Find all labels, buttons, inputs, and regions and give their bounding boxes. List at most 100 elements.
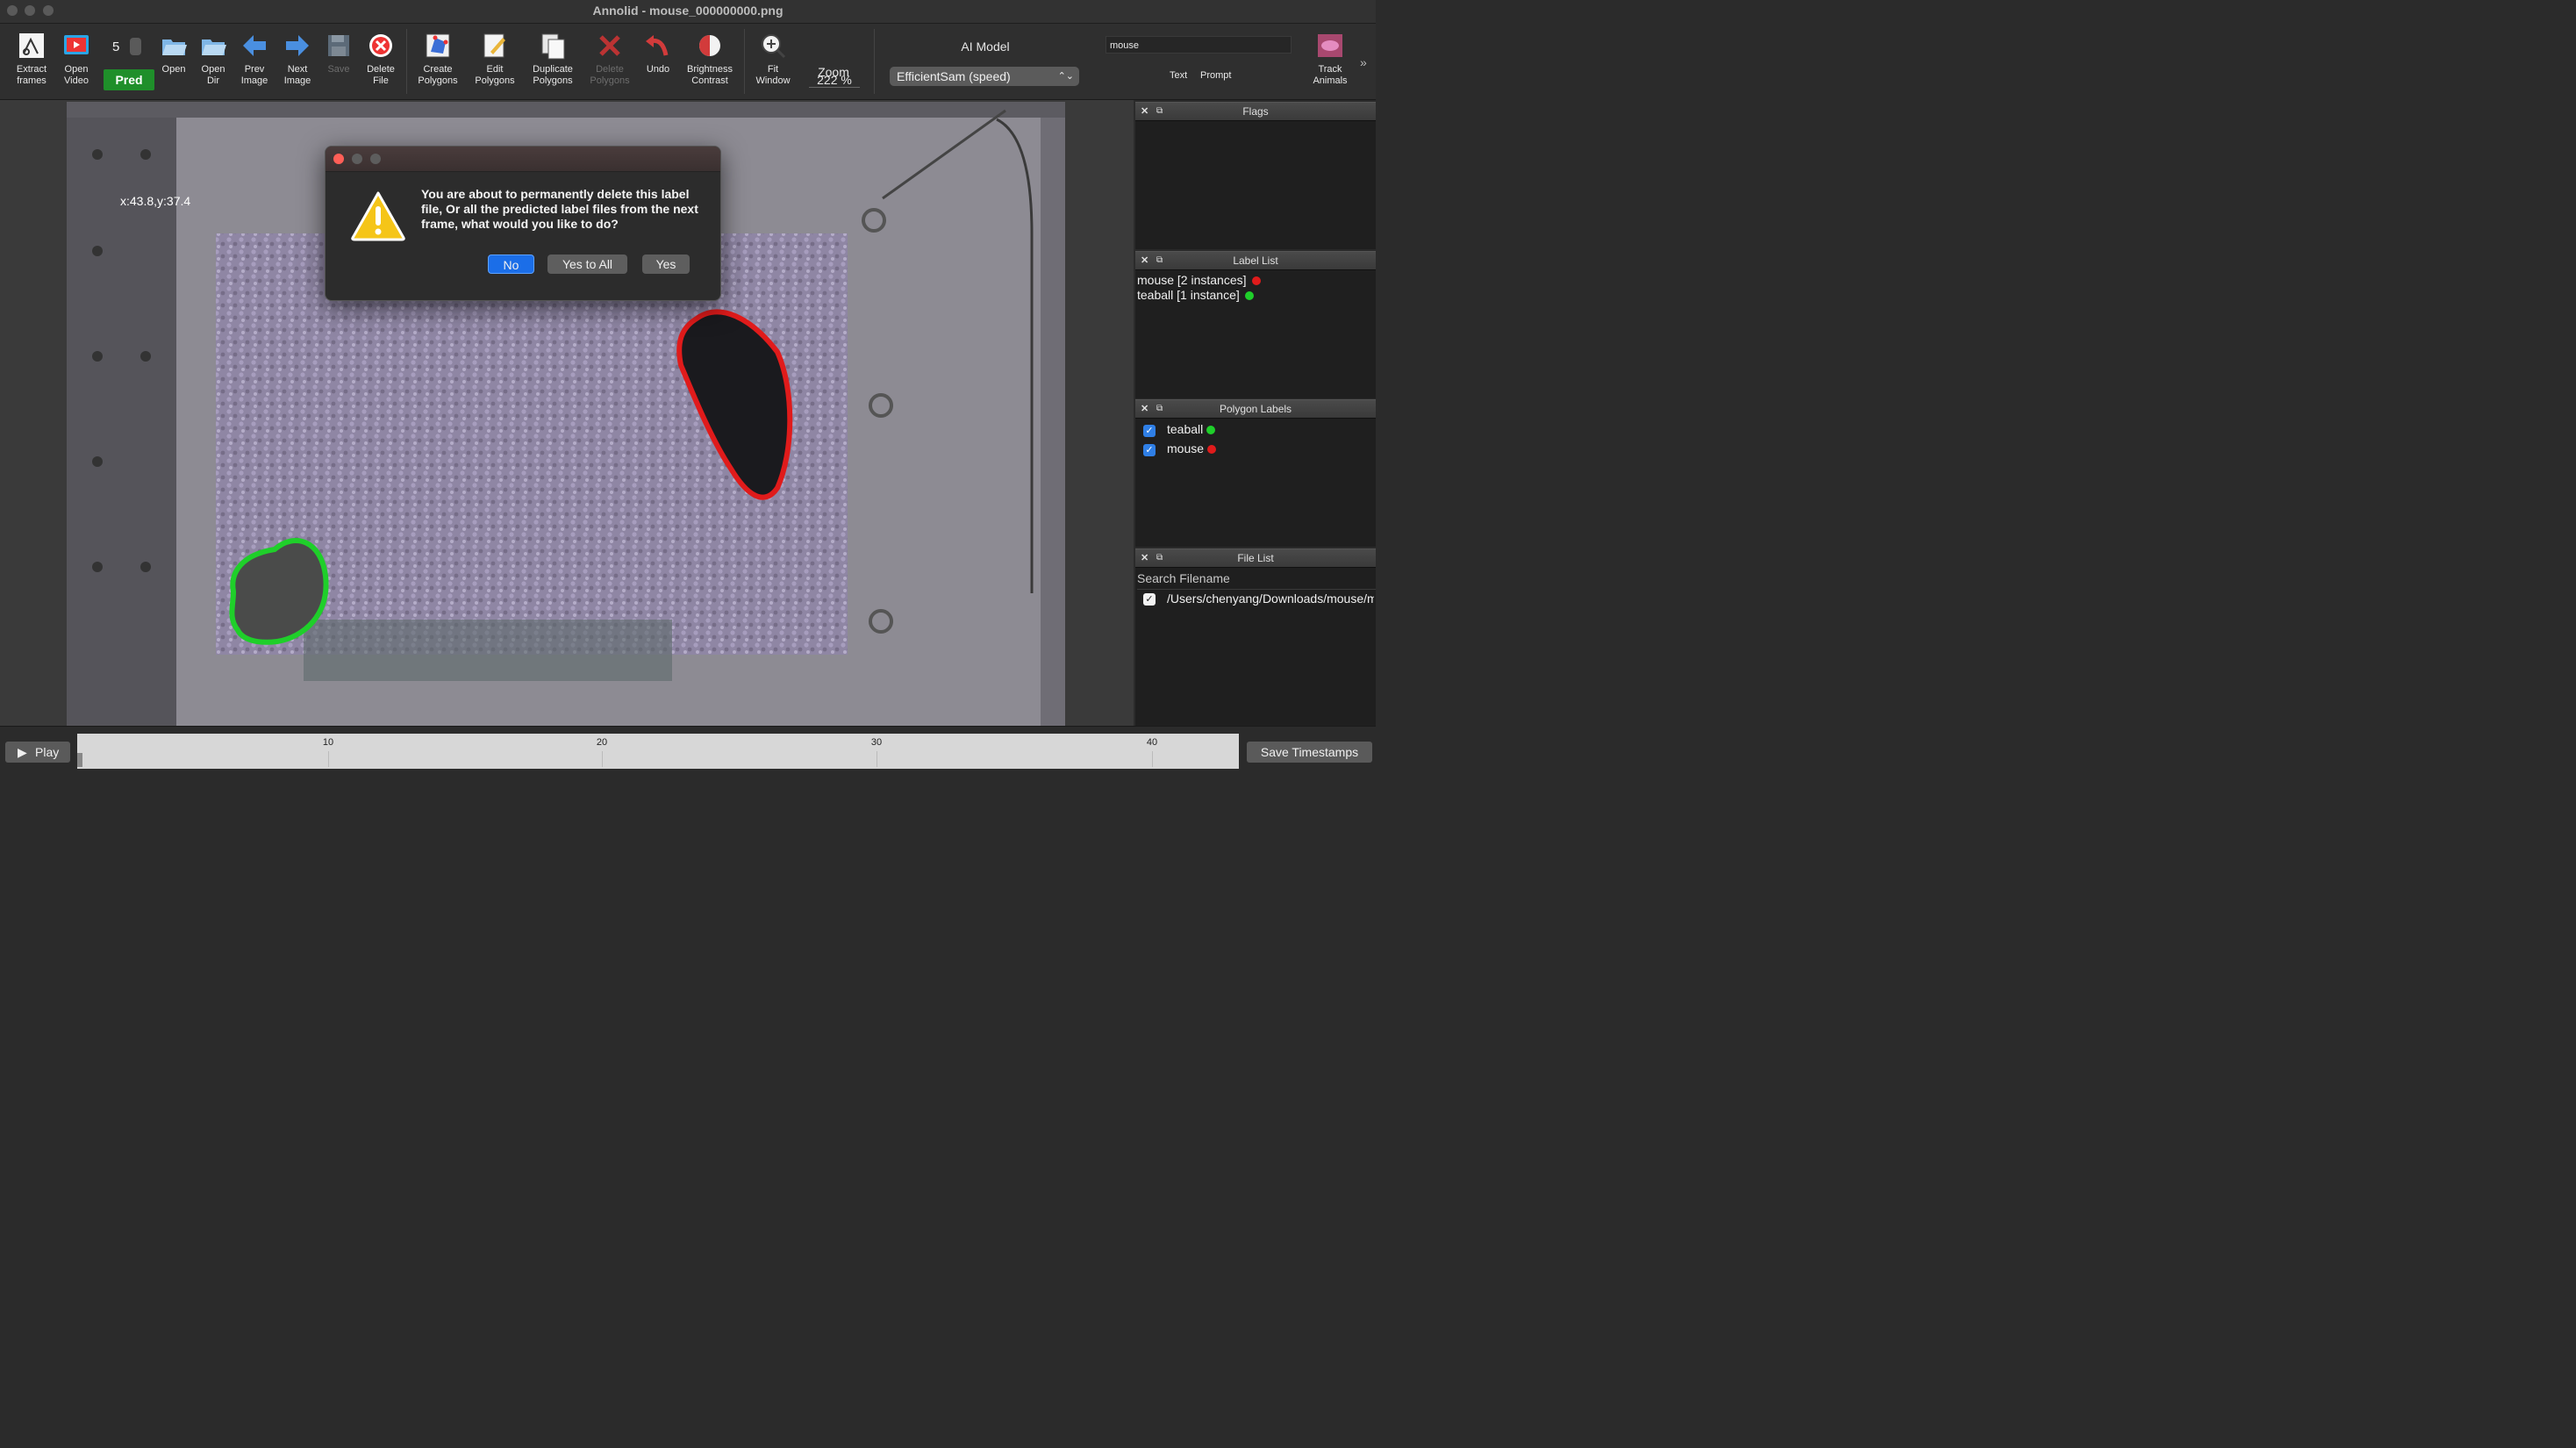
ai-model-select[interactable]: EfficientSam (speed) ⌃⌄ — [890, 67, 1079, 86]
polygon-labels-pane: ✓ teaball ✓ mouse — [1135, 418, 1376, 547]
delete-polygons-label: Delete Polygons — [590, 64, 630, 86]
delete-confirm-dialog: You are about to permanently delete this… — [325, 146, 721, 301]
select-caret-icon: ⌃⌄ — [1057, 71, 1074, 82]
pred-button[interactable]: Pred — [104, 69, 154, 90]
open-dir-label: Open Dir — [201, 64, 225, 86]
frame-step-value: 5 — [112, 39, 120, 54]
dialog-zoom-button — [370, 154, 381, 164]
extract-frames-button[interactable]: Extract frames — [7, 27, 56, 87]
delete-file-button[interactable]: Delete File — [356, 27, 405, 87]
float-icon[interactable]: ⧉ — [1156, 400, 1163, 418]
extract-frames-label: Extract frames — [16, 64, 47, 86]
frame-step-spinbox[interactable]: 5 — [105, 36, 146, 59]
mouse-polygon[interactable] — [676, 309, 793, 500]
list-item[interactable]: mouse [2 instances] — [1137, 273, 1261, 287]
toolbar-overflow-icon[interactable]: » — [1360, 55, 1367, 69]
polygon-label-text: teaball — [1167, 422, 1204, 436]
label-list-item-text: mouse [2 instances] — [1137, 273, 1247, 287]
warning-icon — [351, 191, 405, 241]
close-icon[interactable]: ✕ — [1141, 252, 1148, 269]
tick-label: 20 — [596, 737, 608, 748]
fit-window-icon — [762, 34, 786, 59]
toolbar: Extract frames Open Video 5 Pred Open Op… — [0, 24, 1376, 100]
toolbar-separator — [406, 29, 407, 94]
brightness-icon — [699, 35, 720, 56]
close-icon[interactable]: ✕ — [1141, 549, 1148, 567]
open-video-label: Open Video — [64, 64, 89, 86]
float-icon[interactable]: ⧉ — [1156, 103, 1163, 120]
cursor-coordinates: x:43.8,y:37.4 — [120, 194, 191, 208]
label-list-item-text: teaball [1 instance] — [1137, 288, 1240, 302]
file-list-item[interactable]: /Users/chenyang/Downloads/mouse/mo — [1167, 591, 1374, 606]
zoom-input[interactable]: 222 % — [809, 73, 860, 88]
brightness-contrast-button[interactable]: Brightness Contrast — [682, 27, 738, 87]
polygon-labels-title: Polygon Labels — [1219, 403, 1292, 415]
undo-label: Undo — [646, 64, 670, 75]
create-polygons-button[interactable]: Create Polygons — [413, 27, 462, 87]
play-label: Play — [35, 745, 60, 759]
frame-slider[interactable]: 10 20 30 40 — [77, 734, 1239, 769]
close-icon[interactable]: ✕ — [1141, 400, 1148, 418]
ai-model-label: AI Model — [961, 39, 1010, 54]
arrow-left-icon — [243, 35, 266, 56]
prev-image-button[interactable]: Prev Image — [230, 27, 279, 87]
video-icon — [64, 35, 89, 54]
duplicate-polygons-button[interactable]: Duplicate Polygons — [528, 27, 577, 87]
list-item[interactable]: teaball [1 instance] — [1137, 288, 1254, 302]
toolbar-separator — [744, 29, 745, 94]
slider-handle[interactable] — [77, 753, 82, 767]
edit-polygons-label: Edit Polygons — [475, 64, 515, 86]
mouse-color-dot — [1207, 445, 1217, 455]
file-list-dock-header: ✕ ⧉ File List — [1135, 548, 1376, 567]
float-icon[interactable]: ⧉ — [1156, 252, 1163, 269]
text-button[interactable]: Text — [1170, 70, 1187, 81]
dialog-minimize-button — [352, 154, 362, 164]
list-item[interactable]: mouse — [1167, 441, 1217, 455]
close-icon[interactable]: ✕ — [1141, 103, 1148, 120]
label-list-dock-header: ✕ ⧉ Label List — [1135, 251, 1376, 269]
yes-button[interactable]: Yes — [642, 254, 690, 274]
float-icon[interactable]: ⧉ — [1156, 549, 1163, 567]
prompt-button[interactable]: Prompt — [1200, 70, 1231, 81]
teaball-polygon[interactable] — [229, 538, 329, 645]
bottom-bar: ▶ Play 10 20 30 40 Save Timestamps — [0, 726, 1376, 774]
tick-label: 30 — [870, 737, 883, 748]
create-polygons-label: Create Polygons — [418, 64, 458, 86]
no-button[interactable]: No — [488, 254, 534, 274]
save-label: Save — [327, 64, 350, 75]
spin-arrows-icon[interactable] — [130, 38, 141, 55]
save-timestamps-button[interactable]: Save Timestamps — [1247, 742, 1372, 763]
ai-model-value: EfficientSam (speed) — [897, 69, 1011, 83]
window-title: Annolid - mouse_000000000.png — [592, 4, 784, 18]
track-animals-button[interactable]: Track Animals — [1306, 27, 1355, 87]
prompt-input[interactable]: mouse — [1106, 36, 1292, 54]
undo-button[interactable]: Undo — [633, 27, 683, 75]
edit-polygons-button[interactable]: Edit Polygons — [470, 27, 519, 87]
duplicate-icon — [541, 33, 565, 60]
folder-icon — [202, 39, 226, 55]
delete-polygons-button[interactable]: Delete Polygons — [585, 27, 634, 87]
yes-to-all-button[interactable]: Yes to All — [547, 254, 627, 274]
flags-pane — [1135, 120, 1376, 249]
tick-label: 40 — [1146, 737, 1158, 748]
list-item[interactable]: teaball — [1167, 422, 1216, 436]
teaball-checkbox[interactable]: ✓ — [1143, 425, 1156, 437]
fit-window-button[interactable]: Fit Window — [748, 27, 798, 87]
edit-pencil-icon — [483, 33, 505, 58]
next-image-label: Next Image — [283, 64, 311, 86]
play-icon: ▶ — [18, 745, 27, 759]
play-button[interactable]: ▶ Play — [5, 742, 70, 763]
fit-window-label: Fit Window — [755, 64, 791, 86]
mouse-checkbox[interactable]: ✓ — [1143, 444, 1156, 456]
arrow-right-icon — [286, 35, 309, 56]
label-list-title: Label List — [1233, 254, 1278, 267]
open-video-button[interactable]: Open Video — [52, 27, 101, 87]
search-filename-input[interactable]: Search Filename — [1137, 571, 1376, 590]
dialog-close-button[interactable] — [333, 154, 344, 164]
file-checkbox[interactable]: ✓ — [1143, 593, 1156, 606]
open-label: Open — [161, 64, 186, 75]
flags-title: Flags — [1242, 105, 1269, 118]
duplicate-polygons-label: Duplicate Polygons — [533, 64, 573, 86]
file-list-title: File List — [1237, 552, 1274, 564]
save-icon — [328, 35, 349, 56]
